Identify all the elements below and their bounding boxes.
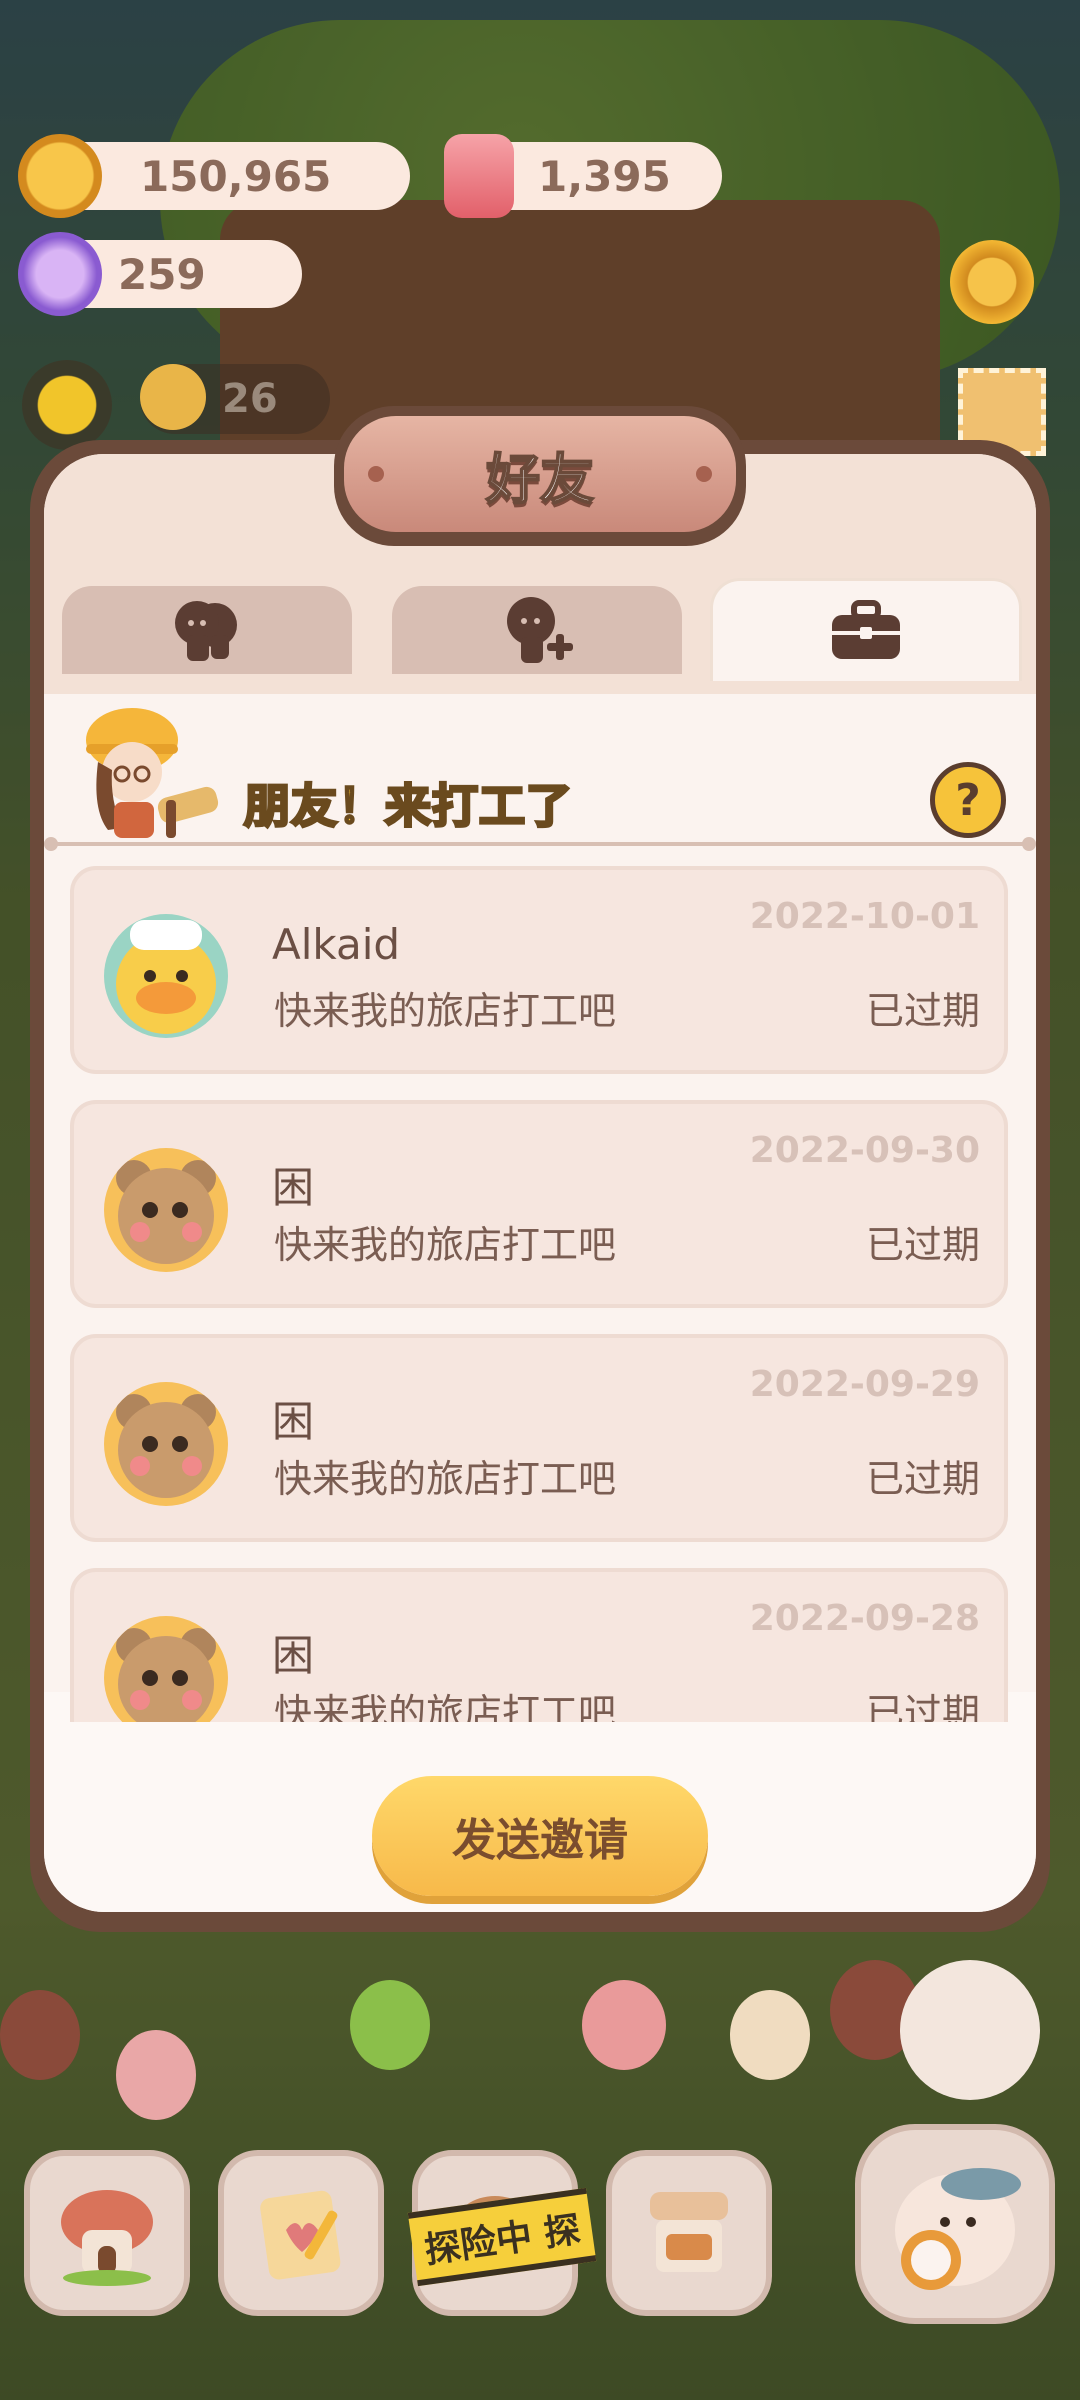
bear-avatar[interactable] <box>104 1148 228 1272</box>
friends-icon <box>175 601 237 661</box>
invite-status: 已过期 <box>865 1691 980 1722</box>
level-number: 26 <box>222 376 278 422</box>
dialog-title-plate: 好友 <box>334 406 746 546</box>
dialog-title: 好友 <box>485 447 595 512</box>
invite-status: 已过期 <box>865 1223 980 1267</box>
bear-avatar-icon <box>116 1628 216 1722</box>
invite-card[interactable]: 困 快来我的旅店打工吧 2022-09-29 已过期 <box>70 1334 1008 1542</box>
briefcase-icon <box>832 600 900 659</box>
banner-title: 朋友！来打工了 <box>243 778 574 835</box>
send-invite-button[interactable]: 发送邀请 <box>372 1776 708 1896</box>
invite-status: 已过期 <box>865 1457 980 1501</box>
bear-avatar[interactable] <box>104 1616 228 1722</box>
invite-sender-name: 困 <box>272 1631 315 1680</box>
notebook-icon <box>260 2190 341 2280</box>
cookie-coin-icon <box>18 134 102 218</box>
bear-avatar-icon <box>116 1394 216 1498</box>
nav-shop[interactable] <box>606 2150 772 2316</box>
candy-cake-icon <box>444 134 514 218</box>
invite-message: 快来我的旅店打工吧 <box>274 1223 617 1267</box>
nav-house[interactable] <box>24 2150 190 2316</box>
shop-stall-icon <box>650 2192 728 2272</box>
tab-friends[interactable] <box>62 586 352 674</box>
invite-message: 快来我的旅店打工吧 <box>274 1457 617 1501</box>
character-face-icon <box>140 364 206 430</box>
invite-card[interactable]: 困 快来我的旅店打工吧 2022-09-28 已过期 <box>70 1568 1008 1722</box>
duck-avatar[interactable] <box>104 914 228 1038</box>
tab-add-friend[interactable] <box>392 586 682 674</box>
crystal-gem-icon <box>18 232 102 316</box>
invite-date: 2022-09-30 <box>749 1130 980 1171</box>
worker-girl-mascot-icon <box>86 708 219 838</box>
plate-rivet <box>368 466 384 482</box>
pink-npc <box>116 2030 196 2120</box>
invite-date: 2022-09-28 <box>749 1598 980 1639</box>
help-label: ? <box>955 774 981 826</box>
duck-avatar-icon <box>116 920 216 1034</box>
title-plate-face: 好友 <box>344 416 736 532</box>
add-friend-icon <box>507 597 573 663</box>
chat-bubble-avatar[interactable] <box>900 1960 1040 2100</box>
banner-divider <box>44 837 1036 851</box>
invite-date: 2022-10-01 <box>749 896 980 937</box>
invite-sender-name: 困 <box>272 1397 315 1446</box>
help-button[interactable]: ? <box>930 762 1006 838</box>
invite-date: 2022-09-29 <box>749 1364 980 1405</box>
nav-character[interactable] <box>855 2124 1055 2324</box>
invite-list[interactable]: Alkaid 快来我的旅店打工吧 2022-10-01 已过期 困 快来我的旅店… <box>70 862 1010 1722</box>
sunglasses-npc <box>730 1990 810 2080</box>
settings-gear-icon[interactable] <box>950 240 1034 324</box>
invite-message: 快来我的旅店打工吧 <box>274 989 617 1033</box>
plate-rivet <box>696 466 712 482</box>
level-indicator[interactable]: 26 <box>140 364 330 434</box>
tab-work[interactable] <box>710 578 1022 681</box>
pink-npc <box>582 1980 666 2070</box>
invite-sender-name: Alkaid <box>272 920 401 969</box>
mushroom-house-icon <box>61 2190 153 2286</box>
gingerbread-npc <box>0 1990 80 2080</box>
bear-avatar[interactable] <box>104 1382 228 1506</box>
nav-notebook[interactable] <box>218 2150 384 2316</box>
green-npc <box>350 1980 430 2070</box>
invite-sender-name: 困 <box>272 1163 315 1212</box>
invite-card[interactable]: 困 快来我的旅店打工吧 2022-09-30 已过期 <box>70 1100 1008 1308</box>
invite-status: 已过期 <box>865 989 980 1033</box>
sun-weather-icon[interactable] <box>22 360 112 450</box>
fish-clock-mascot-icon <box>895 2168 1021 2290</box>
bear-avatar-icon <box>116 1160 216 1264</box>
invite-card[interactable]: Alkaid 快来我的旅店打工吧 2022-10-01 已过期 <box>70 866 1008 1074</box>
invite-message: 快来我的旅店打工吧 <box>274 1691 617 1722</box>
